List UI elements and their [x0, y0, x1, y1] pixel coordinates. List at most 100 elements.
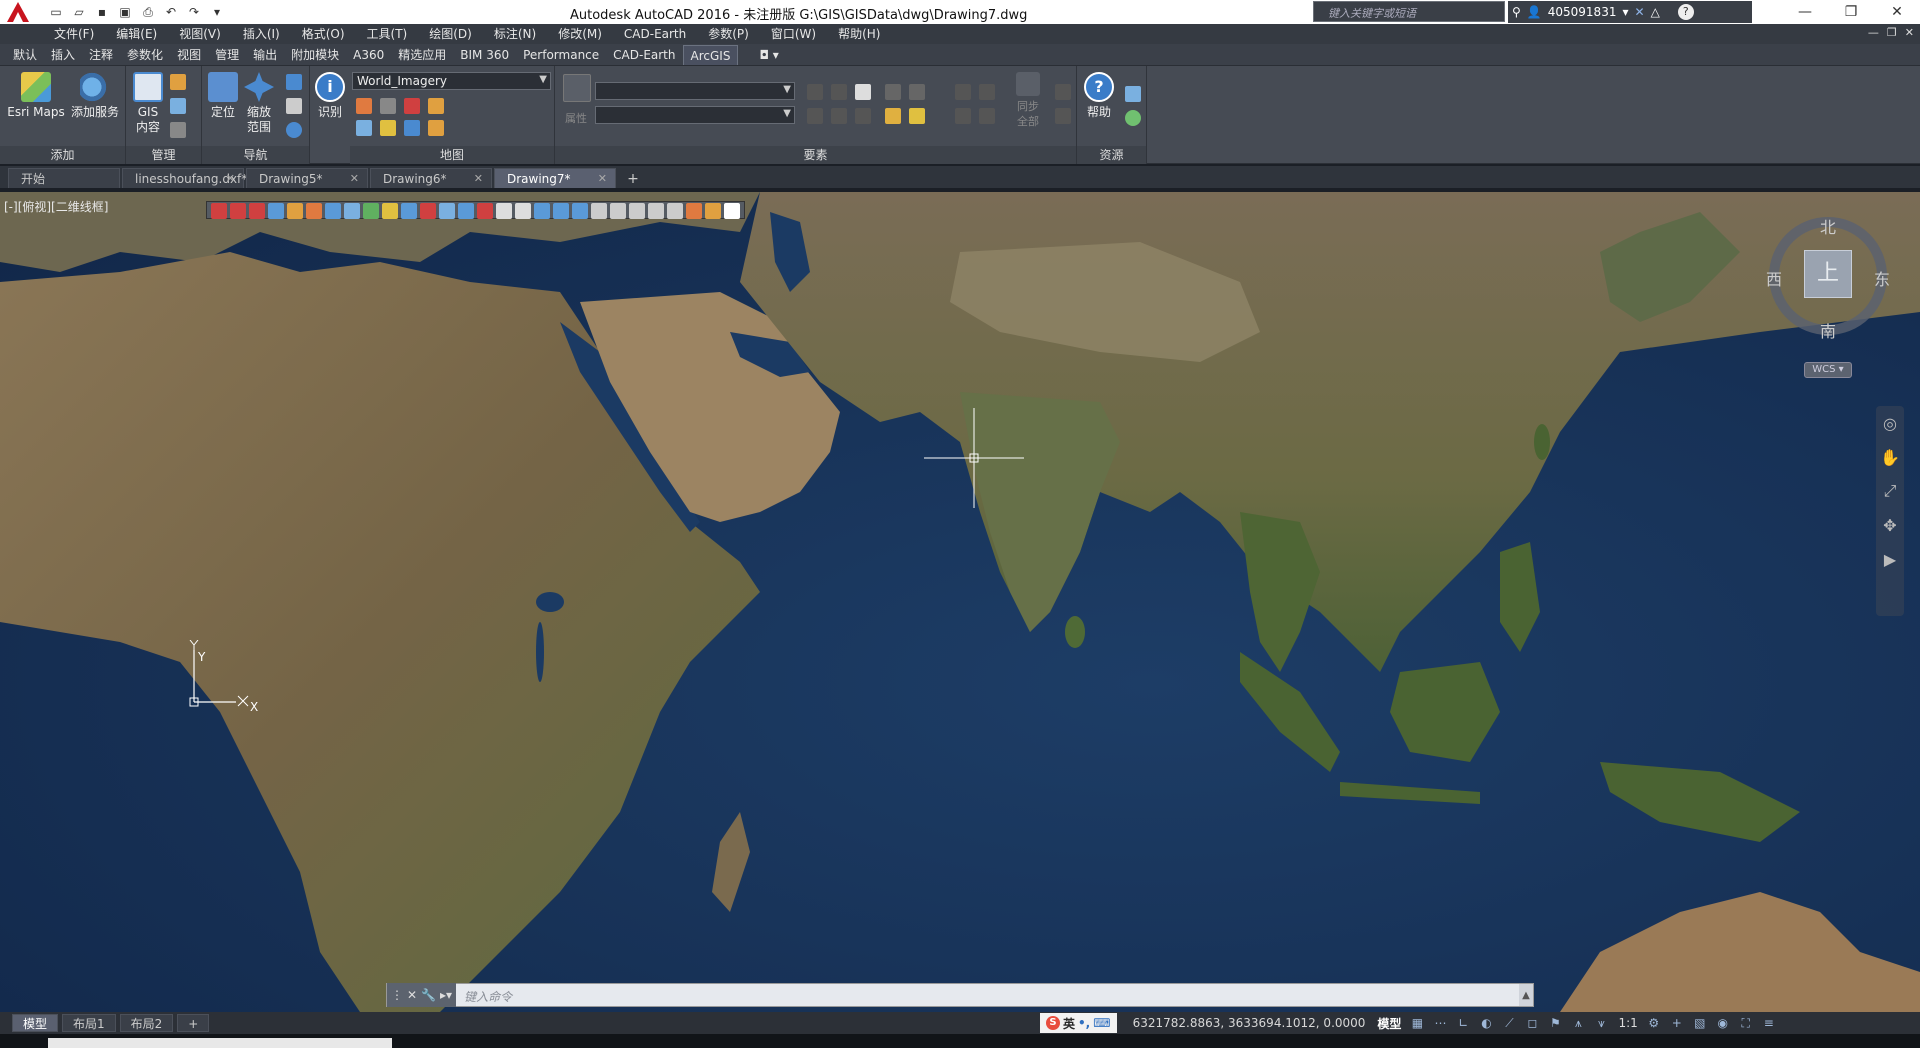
file-tab-4[interactable]: Drawing7* ✕: [494, 168, 616, 188]
ribbon-tab-3[interactable]: 参数化: [120, 45, 170, 65]
viewcube[interactable]: 上 北 南 东 西: [1766, 214, 1890, 341]
gis-tool-24-icon[interactable]: [667, 203, 683, 219]
compass-west[interactable]: 西: [1766, 266, 1782, 290]
osnap-icon[interactable]: ◻: [1525, 1016, 1539, 1030]
showmotion-icon[interactable]: ▶: [1876, 542, 1904, 576]
feature-template-select[interactable]: ▼: [595, 106, 795, 124]
menu-item-8[interactable]: 修改(M): [550, 24, 610, 44]
gis-tool-13-icon[interactable]: [458, 203, 474, 219]
menu-item-6[interactable]: 绘图(D): [421, 24, 480, 44]
annotation-visibility-icon[interactable]: ⩛: [1594, 1016, 1608, 1030]
orbit-icon[interactable]: ✥: [1876, 508, 1904, 542]
steering-wheel-icon[interactable]: ◎: [1876, 406, 1904, 440]
resource-1-icon[interactable]: [1125, 86, 1141, 102]
feature-tool-14-icon[interactable]: [979, 108, 995, 124]
pan-icon[interactable]: ✋: [1876, 440, 1904, 474]
menu-item-4[interactable]: 格式(O): [294, 24, 353, 44]
back-arrow-icon[interactable]: [286, 74, 302, 90]
gis-tool-7-icon[interactable]: [344, 203, 360, 219]
viewcube-top-face[interactable]: 上: [1804, 250, 1852, 298]
menu-item-9[interactable]: CAD-Earth: [616, 24, 694, 44]
gis-tool-20-icon[interactable]: [591, 203, 607, 219]
compass-east[interactable]: 东: [1874, 266, 1890, 290]
viewport-controls-label[interactable]: [-][俯视][二维线框]: [4, 198, 108, 215]
gis-tool-16-icon[interactable]: [515, 203, 531, 219]
cursor-coordinates[interactable]: 6321782.8863, 3633694.1012, 0.0000: [1133, 1016, 1366, 1030]
menu-item-1[interactable]: 编辑(E): [108, 24, 165, 44]
scale-value[interactable]: 1:1: [1618, 1016, 1637, 1030]
gis-tool-21-icon[interactable]: [610, 203, 626, 219]
map-tool-3-icon[interactable]: [404, 98, 420, 114]
save-icon[interactable]: ▪: [92, 2, 112, 22]
a360-icon[interactable]: △: [1651, 5, 1660, 19]
map-tool-1-icon[interactable]: [356, 98, 372, 114]
menu-item-5[interactable]: 工具(T): [359, 24, 416, 44]
feature-tool-5-icon[interactable]: [831, 108, 847, 124]
menu-item-2[interactable]: 视图(V): [171, 24, 229, 44]
gis-tool-6-icon[interactable]: [325, 203, 341, 219]
compass-south[interactable]: 南: [1820, 318, 1836, 342]
zoom-in-icon[interactable]: [286, 122, 302, 138]
save-as-icon[interactable]: ▣: [115, 2, 135, 22]
add-layout-icon[interactable]: +: [177, 1014, 210, 1032]
menu-item-0[interactable]: 文件(F): [46, 24, 102, 44]
gis-tool-26-icon[interactable]: [705, 203, 721, 219]
open-file-icon[interactable]: ▱: [69, 2, 89, 22]
restore-icon[interactable]: ❐: [1828, 0, 1874, 24]
ribbon-tab-4[interactable]: 视图: [170, 45, 208, 65]
layout-tab-0[interactable]: 模型: [12, 1014, 59, 1032]
menu-item-3[interactable]: 插入(I): [235, 24, 288, 44]
ribbon-tab-0[interactable]: 默认: [6, 45, 44, 65]
pan-hand-icon[interactable]: [286, 98, 302, 114]
basemap-select[interactable]: World_Imagery ▼: [352, 72, 551, 90]
taskbar-search-box[interactable]: [48, 1038, 392, 1048]
binoculars-icon[interactable]: ⚲: [1512, 5, 1521, 19]
user-icon[interactable]: 👤: [1527, 5, 1542, 19]
gis-tool-22-icon[interactable]: [629, 203, 645, 219]
feature-tool-6-icon[interactable]: [855, 108, 871, 124]
gis-tool-8-icon[interactable]: [363, 203, 379, 219]
doc-close-icon[interactable]: ✕: [1905, 26, 1914, 39]
model-space-button[interactable]: 模型: [1377, 1015, 1401, 1032]
doc-restore-icon[interactable]: ❐: [1887, 26, 1897, 39]
map-tool-4-icon[interactable]: [428, 98, 444, 114]
ortho-icon[interactable]: ∟: [1456, 1016, 1470, 1030]
gis-tool-14-icon[interactable]: [477, 203, 493, 219]
grid-icon[interactable]: ▦: [1410, 1016, 1424, 1030]
gis-tool-18-icon[interactable]: [553, 203, 569, 219]
feature-layer-select[interactable]: ▼: [595, 82, 795, 100]
cmd-customize-icon[interactable]: 🔧: [421, 988, 436, 1002]
undo-icon[interactable]: ↶: [161, 2, 181, 22]
ribbon-tab-11[interactable]: Performance: [516, 45, 606, 65]
refresh-icon[interactable]: [170, 98, 186, 114]
feature-tool-7-icon[interactable]: [885, 84, 901, 100]
ribbon-tab-10[interactable]: BIM 360: [453, 45, 516, 65]
file-tab-0[interactable]: 开始: [8, 168, 120, 188]
ribbon-tab-5[interactable]: 管理: [208, 45, 246, 65]
isodraft-icon[interactable]: ⟋: [1502, 1016, 1516, 1030]
map-tool-7-icon[interactable]: [404, 120, 420, 136]
gis-tool-15-icon[interactable]: [496, 203, 512, 219]
feature-tool-4-icon[interactable]: [807, 108, 823, 124]
gis-tool-9-icon[interactable]: [382, 203, 398, 219]
file-tab-2[interactable]: Drawing5* ✕: [246, 168, 368, 188]
plus-icon[interactable]: +: [1670, 1016, 1684, 1030]
polar-icon[interactable]: ◐: [1479, 1016, 1493, 1030]
layout-tab-1[interactable]: 布局1: [62, 1014, 116, 1032]
options-icon[interactable]: [170, 122, 186, 138]
ribbon-minimize-icon[interactable]: ◘ ▾: [752, 45, 785, 65]
close-icon[interactable]: ✕: [1874, 0, 1920, 24]
isolate-icon[interactable]: ◉: [1716, 1016, 1730, 1030]
map-tool-5-icon[interactable]: [356, 120, 372, 136]
add-service-button[interactable]: 添加服务: [68, 72, 122, 120]
file-tab-3[interactable]: Drawing6* ✕: [370, 168, 492, 188]
menu-item-10[interactable]: 参数(P): [700, 24, 757, 44]
gis-tool-4-icon[interactable]: [287, 203, 303, 219]
gis-tool-2-icon[interactable]: [249, 203, 265, 219]
search-input[interactable]: 键入关键字或短语: [1313, 1, 1505, 22]
feature-tool-12-icon[interactable]: [979, 84, 995, 100]
dropdown-icon[interactable]: ▾: [1622, 5, 1628, 19]
esri-maps-button[interactable]: Esri Maps: [4, 72, 68, 120]
map-tool-8-icon[interactable]: [428, 120, 444, 136]
username[interactable]: 405091831: [1548, 5, 1617, 19]
